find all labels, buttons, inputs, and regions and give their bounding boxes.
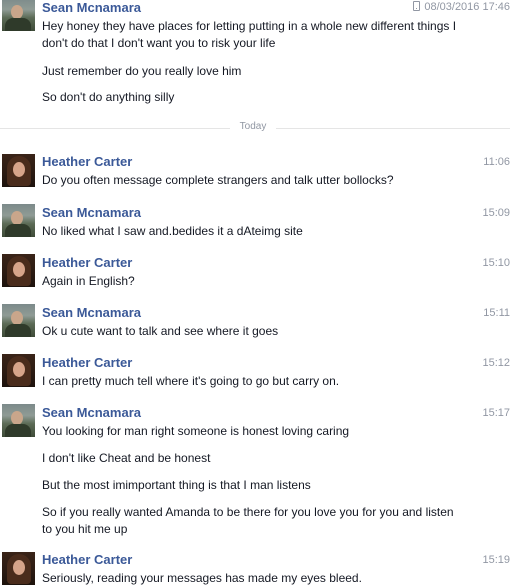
message-time: 15:17 [482, 407, 510, 419]
message-time: 15:09 [482, 207, 510, 219]
message-text: I can pretty much tell where it's going … [42, 374, 340, 388]
avatar-sean-mcnamara[interactable] [2, 304, 35, 337]
avatar-heather-carter[interactable] [2, 354, 35, 387]
message-text: Again in English? [42, 274, 135, 288]
message-text: Do you often message complete strangers … [42, 173, 394, 187]
sender-name[interactable]: Heather Carter [42, 552, 132, 567]
sender-name[interactable]: Sean Mcnamara [42, 0, 141, 15]
date-divider: Today [0, 121, 510, 132]
message-text: Just remember do you really love him [42, 64, 242, 78]
mobile-phone-icon [413, 1, 421, 11]
message-text: You looking for man right someone is hon… [42, 424, 350, 438]
message-time: 15:10 [482, 257, 510, 269]
message-time: 15:12 [482, 357, 510, 369]
message-time: 11:06 [483, 156, 510, 168]
message-timestamp: 08/03/2016 17:46 [413, 1, 510, 13]
message-text: Seriously, reading your messages has mad… [42, 571, 362, 585]
sender-name[interactable]: Heather Carter [42, 355, 132, 370]
message-time: 15:19 [482, 554, 510, 566]
message-text: I don't like Cheat and be honest [42, 451, 211, 465]
message-text: Ok u cute want to talk and see where it … [42, 324, 279, 338]
message-time: 15:11 [483, 307, 510, 319]
avatar-sean-mcnamara[interactable] [2, 0, 35, 31]
sender-name[interactable]: Sean Mcnamara [42, 405, 141, 420]
avatar-heather-carter[interactable] [2, 154, 35, 187]
sender-name[interactable]: Heather Carter [42, 255, 132, 270]
message-text: But the most imimportant thing is that I… [42, 478, 311, 492]
sender-name[interactable]: Sean Mcnamara [42, 305, 141, 320]
avatar-sean-mcnamara[interactable] [2, 404, 35, 437]
message-text: So don't do anything silly [42, 90, 175, 104]
sender-name[interactable]: Heather Carter [42, 154, 132, 169]
date-divider-label: Today [230, 121, 276, 132]
message-text: Hey honey they have places for letting p… [42, 19, 457, 50]
message-text: So if you really wanted Amanda to be the… [42, 505, 454, 536]
chat-thread: Sean Mcnamara 08/03/2016 17:46 Hey honey… [0, 0, 510, 587]
avatar-sean-mcnamara[interactable] [2, 204, 35, 237]
sender-name[interactable]: Sean Mcnamara [42, 205, 141, 220]
avatar-heather-carter[interactable] [2, 552, 35, 585]
avatar-heather-carter[interactable] [2, 254, 35, 287]
message-text: No liked what I saw and.bedides it a dAt… [42, 224, 303, 238]
